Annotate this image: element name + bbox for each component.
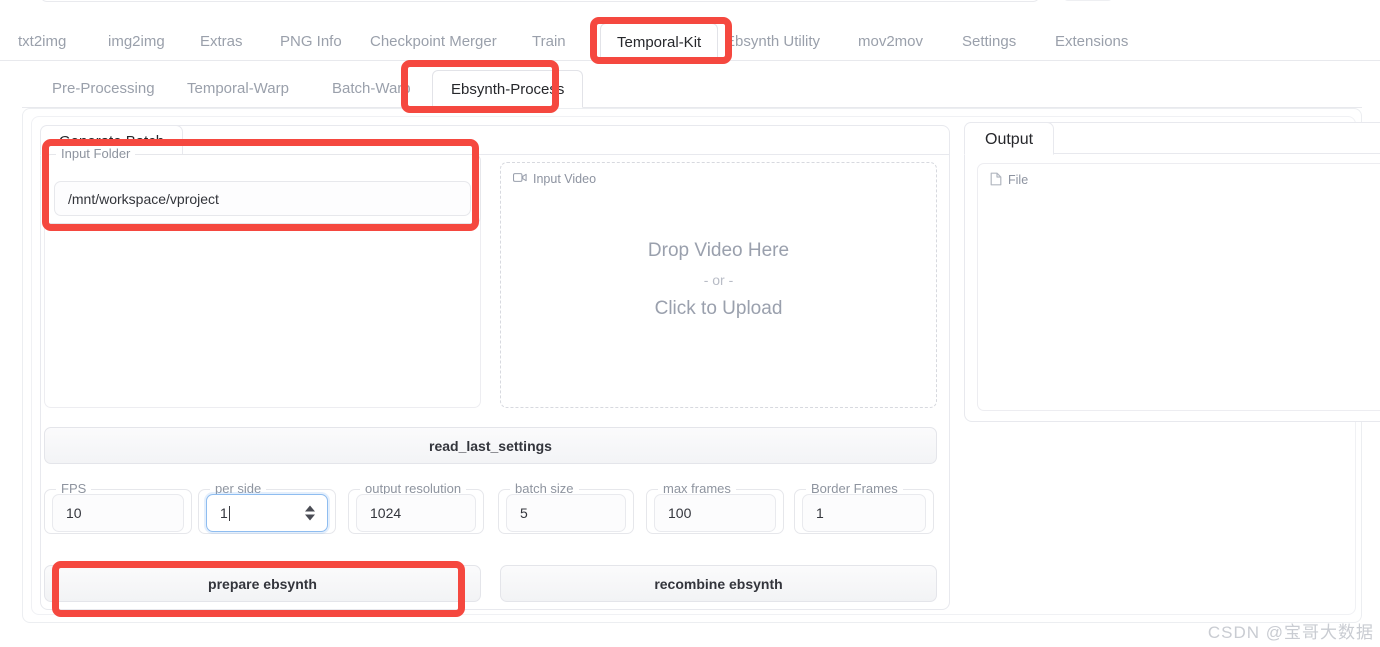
input-video-dropzone[interactable]: Input Video Drop Video Here - or - Click… <box>500 162 937 408</box>
param-input-per-side[interactable]: 1 <box>206 494 328 532</box>
top-tab-img2img[interactable]: img2img <box>108 23 165 61</box>
output-file-chip-label: File <box>1008 173 1029 187</box>
top-tab-txt2img[interactable]: txt2img <box>18 23 66 61</box>
input-folder-input[interactable]: /mnt/workspace/vproject <box>54 181 471 216</box>
param-input-output-resolution[interactable]: 1024 <box>356 494 476 532</box>
top-tab-temporal-kit[interactable]: Temporal-Kit <box>600 23 719 61</box>
text-caret <box>228 505 230 521</box>
watermark: CSDN @宝哥大数据 <box>1207 623 1374 642</box>
read-last-settings-button[interactable]: read_last_settings <box>44 427 937 464</box>
param-value-output-resolution: 1024 <box>370 505 402 521</box>
top-tab-bar: txt2img img2img Extras PNG Info Checkpoint M… <box>0 22 1380 61</box>
param-value-max-frames: 100 <box>668 505 692 521</box>
recombine-ebsynth-button[interactable]: recombine ebsynth <box>500 565 937 602</box>
param-value-border-frames: 1 <box>816 505 824 521</box>
app-root: txt2img img2img Extras PNG Info Checkpoint M… <box>0 0 1380 647</box>
sub-tab-batch-warp[interactable]: Batch-Warp <box>332 70 411 108</box>
input-folder-label: Input Folder <box>56 146 136 161</box>
tab-output[interactable]: Output <box>964 122 1055 155</box>
top-tab-settings[interactable]: Settings <box>962 23 1016 61</box>
prepare-ebsynth-button[interactable]: prepare ebsynth <box>44 565 481 602</box>
param-value-per-side: 1 <box>220 505 228 521</box>
param-input-batch-size[interactable]: 5 <box>506 494 626 532</box>
param-input-max-frames[interactable]: 100 <box>654 494 776 532</box>
cropped-button-top-edge <box>1063 0 1113 1</box>
top-tab-png-info[interactable]: PNG Info <box>280 23 342 61</box>
top-tab-ebsynth-utility[interactable]: Ebsynth Utility <box>725 23 820 61</box>
video-camera-icon <box>513 172 527 186</box>
stepper-down-icon[interactable] <box>305 514 315 521</box>
param-input-border-frames[interactable]: 1 <box>802 494 926 532</box>
output-tabstrip: Output <box>964 122 1380 155</box>
number-stepper-per-side[interactable] <box>305 505 315 521</box>
stepper-up-icon[interactable] <box>305 505 315 512</box>
dropzone-message: Drop Video Here - or - Click to Upload <box>501 241 936 318</box>
sub-tab-bar: Pre-Processing Temporal-Warp Batch-Warp Ebs… <box>22 69 1362 108</box>
output-file-region[interactable]: File <box>977 163 1380 411</box>
dropzone-line-1: Drop Video Here <box>647 240 790 261</box>
sub-tab-pre-processing[interactable]: Pre-Processing <box>52 70 155 108</box>
param-input-fps[interactable]: 10 <box>52 494 184 532</box>
top-tab-extras[interactable]: Extras <box>200 23 243 61</box>
top-tab-checkpoint-merger[interactable]: Checkpoint Merger <box>370 23 497 61</box>
sub-tab-temporal-warp[interactable]: Temporal-Warp <box>187 70 289 108</box>
input-video-chip: Input Video <box>506 168 607 190</box>
param-value-fps: 10 <box>66 505 82 521</box>
input-video-chip-label: Input Video <box>533 172 597 186</box>
sub-tab-ebsynth-process[interactable]: Ebsynth-Process <box>432 70 584 108</box>
generate-batch-tabstrip: Generate Batch <box>40 125 950 156</box>
dropzone-upload-link[interactable]: Click to Upload <box>501 299 936 318</box>
cropped-panel-top-edge <box>40 0 1040 2</box>
top-tab-train[interactable]: Train <box>532 23 566 61</box>
param-value-batch-size: 5 <box>520 505 528 521</box>
dropzone-separator: - or - <box>703 272 734 288</box>
output-file-chip: File <box>983 169 1039 191</box>
top-tab-extensions[interactable]: Extensions <box>1055 23 1128 61</box>
top-tab-mov2mov[interactable]: mov2mov <box>858 23 923 61</box>
file-icon <box>990 172 1002 189</box>
